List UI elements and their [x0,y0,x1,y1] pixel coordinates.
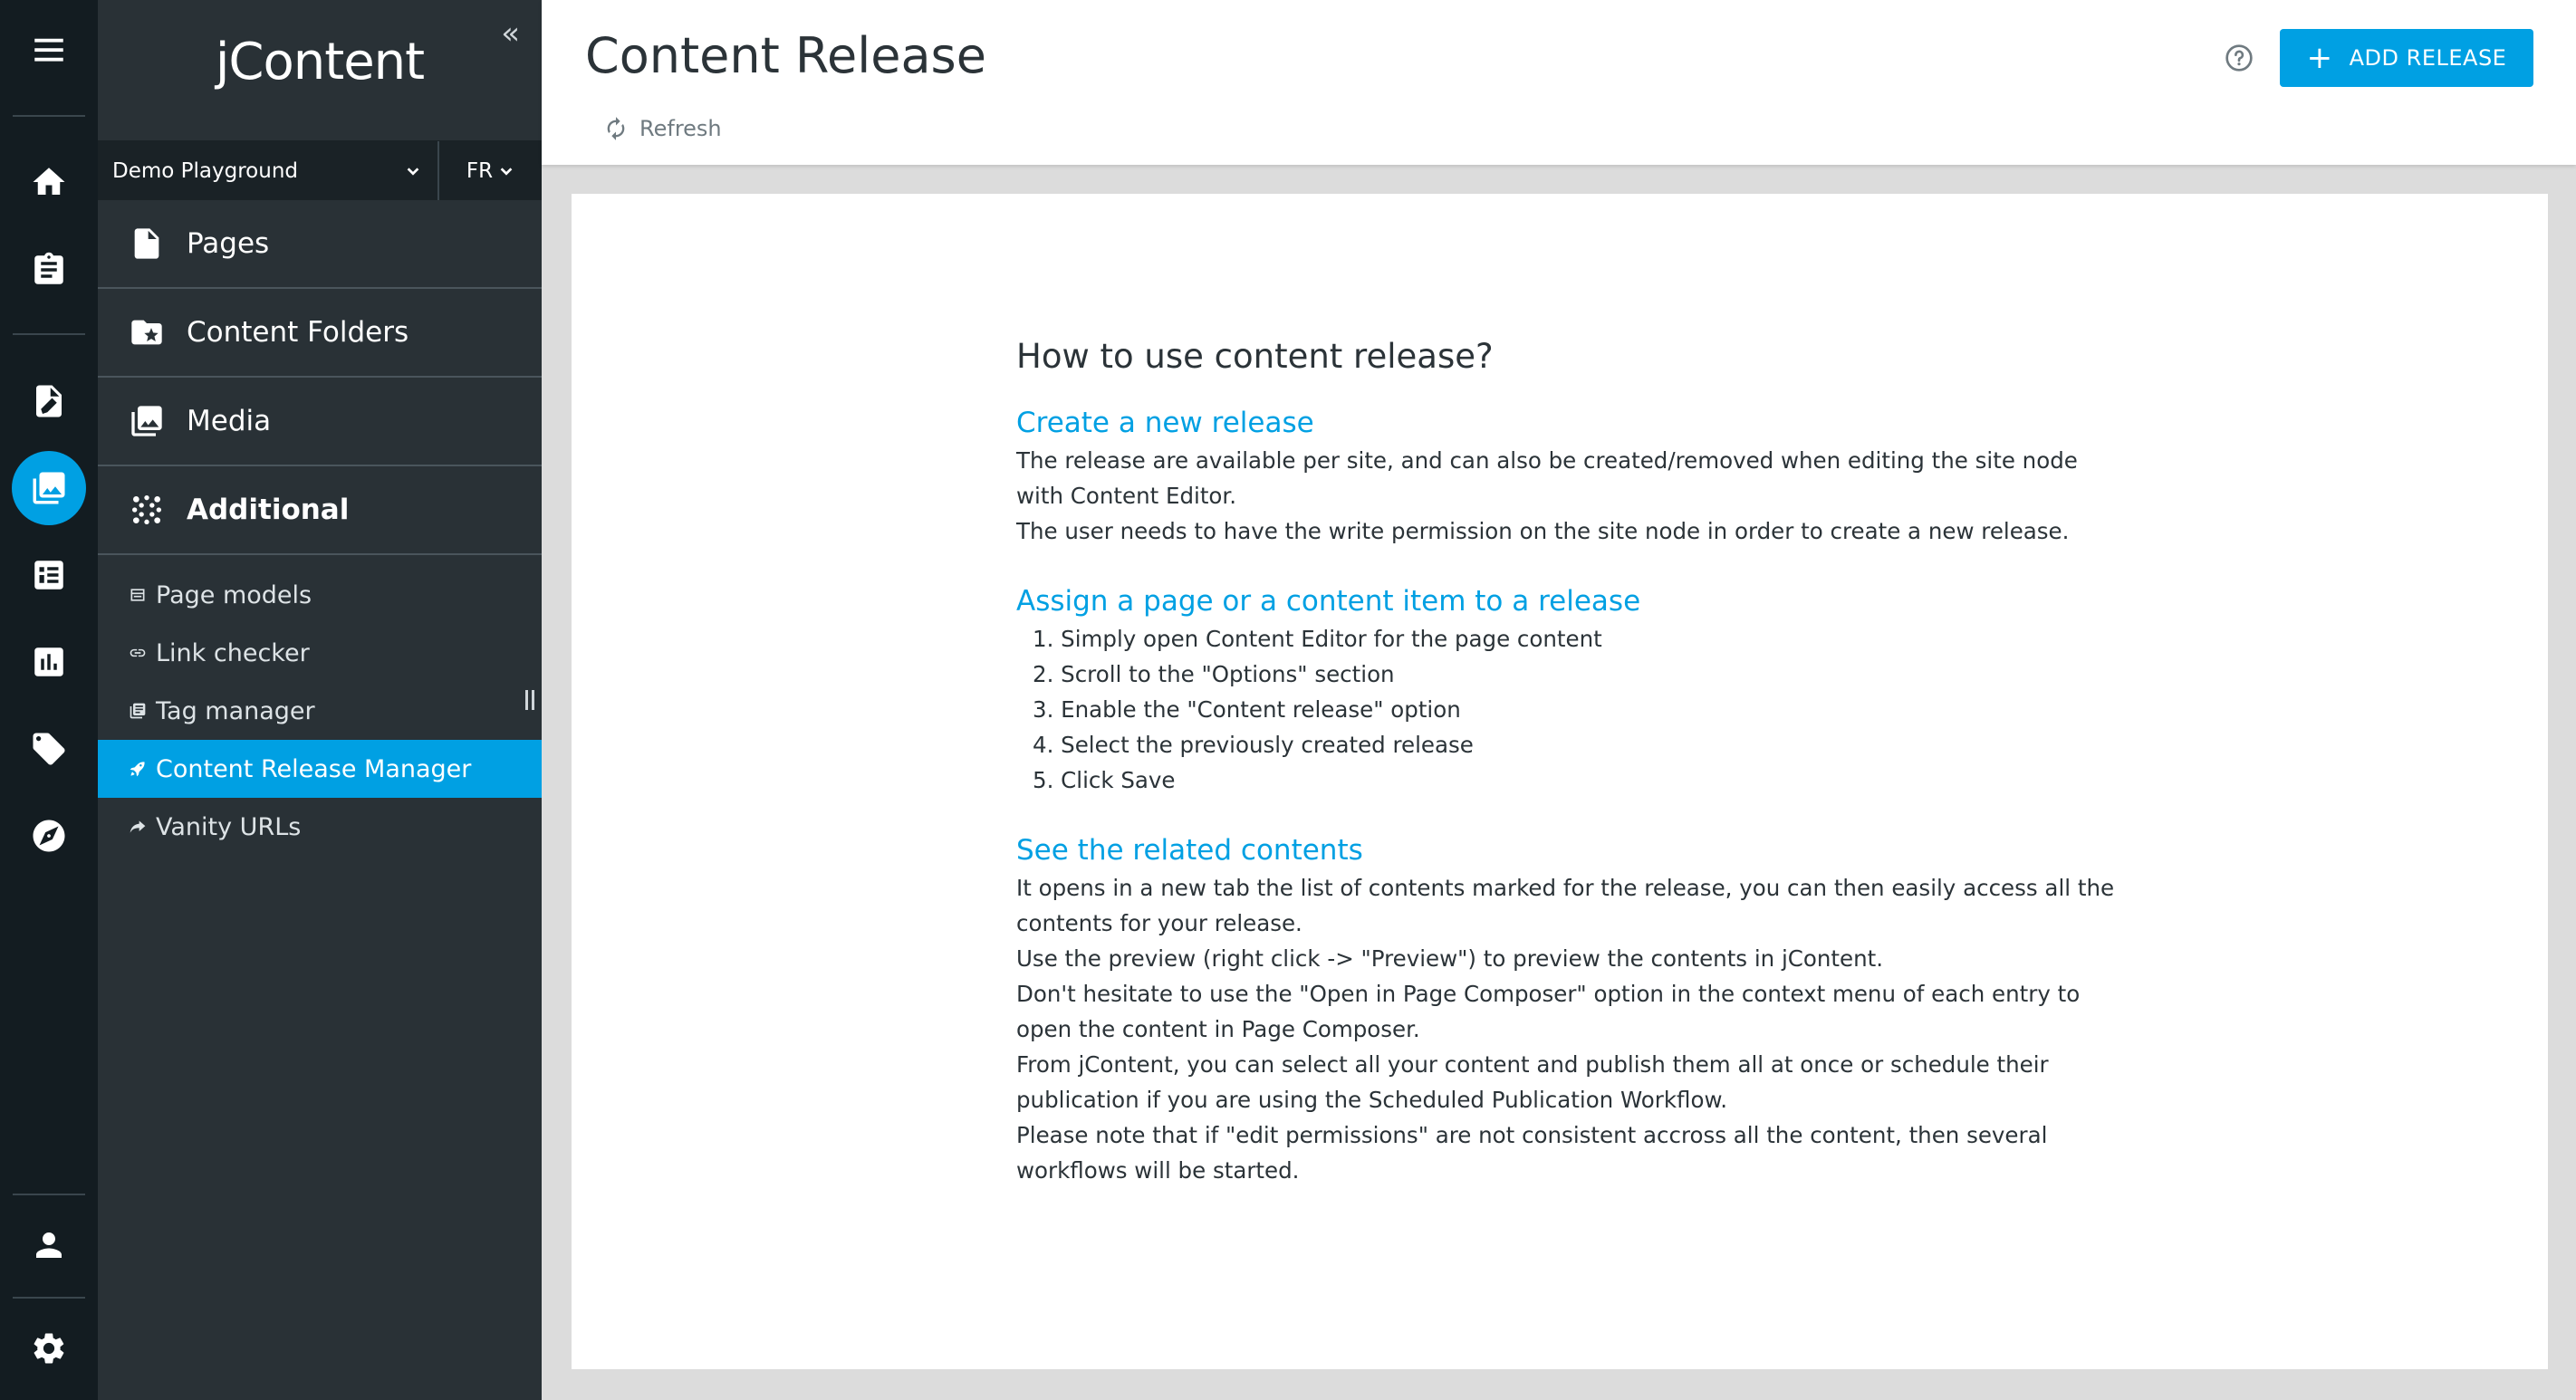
link-icon [130,648,146,657]
help-paragraph: From jContent, you can select all your c… [1016,1051,2049,1113]
home-icon[interactable] [12,145,86,219]
help-section-title: Assign a page or a content item to a rel… [1016,585,1641,618]
help-steps-list: 1. Simply open Content Editor for the pa… [1016,621,2121,798]
help-section-title: See the related contents [1016,834,1363,867]
sidebar-subitem-tag-manager[interactable]: Tag manager [98,682,542,740]
sidebar-subitem-label: Link checker [156,638,310,667]
sidebar-subitem-label: Tag manager [156,696,315,725]
help-section-assign: Assign a page or a content item to a rel… [1016,585,2121,798]
help-paragraph: It opens in a new tab the list of conten… [1016,875,2115,936]
primary-nav-rail [0,0,98,1400]
additional-submenu: Page models Link checker Tag manager Con… [98,555,542,856]
sidebar-item-label: Content Folders [187,316,409,349]
page-header: Content Release Refresh + ADD RELEASE [542,0,2576,165]
sidebar-subitem-label: Content Release Manager [156,754,472,783]
tag-manager-icon [130,703,146,719]
chevron-down-icon [407,167,419,176]
sidebar-resize-handle[interactable] [525,690,534,710]
refresh-button[interactable]: Refresh [603,116,722,141]
help-icon[interactable] [2225,43,2254,72]
jcontent-icon[interactable] [12,451,86,525]
list-item: 2. Scroll to the "Options" section [1033,661,1395,687]
sidebar-subitem-page-models[interactable]: Page models [98,566,542,624]
language-selector[interactable]: FR [439,141,542,200]
dashboard-icon[interactable] [12,538,86,612]
page-title: Content Release [585,27,986,84]
help-paragraph: Please note that if "edit permissions" a… [1016,1122,2048,1184]
refresh-icon [607,117,625,140]
list-item: 4. Select the previously created release [1033,732,1474,758]
list-item: 5. Click Save [1033,767,1176,793]
sidebar-subitem-link-checker[interactable]: Link checker [98,624,542,682]
arrow-forward-icon [130,820,146,833]
help-paragraph: Use the preview (right click -> "Preview… [1016,945,1884,972]
empty-state-help: How to use content release? Create a new… [1016,337,2121,1224]
rocket-icon [130,762,145,777]
site-selector[interactable]: Demo Playground [98,141,439,200]
page-icon [134,228,159,259]
sidebar-item-media[interactable]: Media [98,378,542,466]
secondary-nav-sidebar: jContent « Demo Playground FR Pages Cont… [98,0,542,1400]
help-paragraph: The release are available per site, and … [1016,447,2078,509]
user-icon[interactable] [12,1208,86,1282]
menu-icon[interactable] [12,13,86,87]
page-model-icon [130,589,145,601]
sidebar-subitem-label: Page models [156,580,312,609]
media-icon [131,406,162,436]
site-selector-value: Demo Playground [112,158,298,183]
edit-page-icon[interactable] [12,364,86,438]
brand-header: jContent « [98,0,542,140]
sidebar-item-label: Media [187,405,272,437]
grid-dots-icon [132,495,161,524]
sidebar-item-content-folders[interactable]: Content Folders [98,289,542,378]
sidebar-subitem-content-release-manager[interactable]: Content Release Manager [98,740,542,798]
chevron-down-icon [500,167,513,176]
help-section-related: See the related contents It opens in a n… [1016,834,2121,1188]
collapse-sidebar-icon[interactable]: « [501,18,520,49]
analytics-icon[interactable] [12,625,86,699]
rail-divider [13,1194,85,1195]
sidebar-item-additional[interactable]: Additional [98,466,542,555]
rail-divider [13,333,85,335]
rail-divider [13,1297,85,1299]
help-paragraph: The user needs to have the write permiss… [1016,518,2070,544]
tag-icon[interactable] [12,712,86,786]
add-release-button[interactable]: + ADD RELEASE [2280,29,2533,87]
list-item: 1. Simply open Content Editor for the pa… [1033,626,1602,652]
sidebar-item-label: Additional [187,494,350,526]
site-language-selectors: Demo Playground FR [98,140,542,200]
refresh-label: Refresh [639,116,722,141]
settings-gear-icon[interactable] [12,1311,86,1386]
sidebar-item-pages[interactable]: Pages [98,200,542,289]
help-heading: How to use content release? [1016,337,1494,376]
release-list-panel: How to use content release? Create a new… [572,194,2548,1369]
plus-icon: + [2306,40,2333,76]
sidebar-subitem-label: Vanity URLs [156,812,302,841]
language-selector-value: FR [466,158,494,183]
sidebar-item-label: Pages [187,227,270,260]
help-section-title: Create a new release [1016,407,1314,439]
sidebar-subitem-vanity-urls[interactable]: Vanity URLs [98,798,542,856]
folder-star-icon [131,320,162,345]
add-release-label: ADD RELEASE [2349,45,2507,71]
list-item: 3. Enable the "Content release" option [1033,696,1461,723]
clipboard-icon[interactable] [12,233,86,307]
jcontent-logo: jContent [215,33,425,91]
help-section-create: Create a new release The release are ava… [1016,407,2121,549]
rail-divider [13,115,85,117]
help-paragraph: Don't hesitate to use the "Open in Page … [1016,981,2081,1042]
compass-icon[interactable] [12,799,86,873]
